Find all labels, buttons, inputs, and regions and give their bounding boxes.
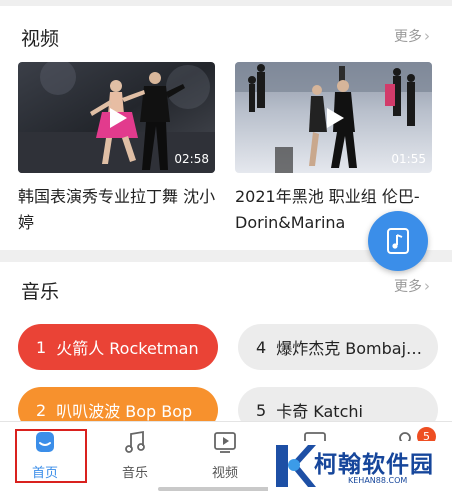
home-tab-highlight-box (15, 429, 87, 483)
video-title-1[interactable]: 韩国表演秀专业拉丁舞 沈小婷 (18, 184, 223, 236)
video-play-icon (214, 432, 236, 453)
video-section-title: 视频 (21, 28, 60, 50)
watermark-text: 柯翰软件园 (314, 452, 434, 478)
watermark: 柯翰软件园 KEHAN88.COM (268, 441, 452, 491)
music-item-title: 火箭人 Rocketman (56, 339, 199, 358)
chevron-right-icon: › (424, 27, 430, 45)
video-duration: 02:58 (174, 152, 209, 166)
video-thumbnail-2[interactable]: 01:55 (235, 62, 432, 173)
tab-music[interactable]: 音乐 (90, 422, 180, 491)
music-item-index: 5 (256, 400, 267, 420)
music-note-icon (125, 430, 145, 453)
watermark-logo-icon (276, 445, 316, 487)
music-item-index: 4 (256, 337, 267, 357)
music-item-title: 爆炸杰克 Bombaj… (276, 339, 423, 358)
tab-video[interactable]: 视频 (180, 422, 270, 491)
music-item-1[interactable]: 1 火箭人 Rocketman (18, 324, 218, 370)
video-more-label: 更多 (394, 29, 422, 45)
music-player-icon (387, 228, 409, 254)
floating-music-button[interactable] (368, 211, 428, 271)
video-more-link[interactable]: 更多 › (394, 26, 430, 46)
tab-label: 视频 (211, 466, 238, 481)
music-more-link[interactable]: 更多 › (394, 276, 430, 296)
video-thumbnail-1[interactable]: 02:58 (18, 62, 215, 173)
music-item-index: 2 (36, 400, 47, 420)
music-section-title: 音乐 (21, 281, 60, 303)
tab-label: 音乐 (121, 466, 148, 481)
video-duration: 01:55 (391, 152, 426, 166)
music-item-index: 1 (36, 337, 47, 357)
play-icon (326, 107, 344, 128)
music-more-label: 更多 (394, 279, 422, 295)
play-icon (109, 107, 127, 128)
music-item-4[interactable]: 4 爆炸杰克 Bombaj… (238, 324, 438, 370)
music-section: 音乐 更多 › 1 火箭人 Rocketman 4 爆炸杰克 Bombaj… 2 … (0, 262, 452, 432)
music-item-title: 叭叭波波 Bop Bop (56, 402, 193, 421)
music-item-title: 卡奇 Katchi (276, 402, 363, 421)
chevron-right-icon: › (424, 277, 430, 295)
watermark-url: KEHAN88.COM (348, 476, 408, 485)
